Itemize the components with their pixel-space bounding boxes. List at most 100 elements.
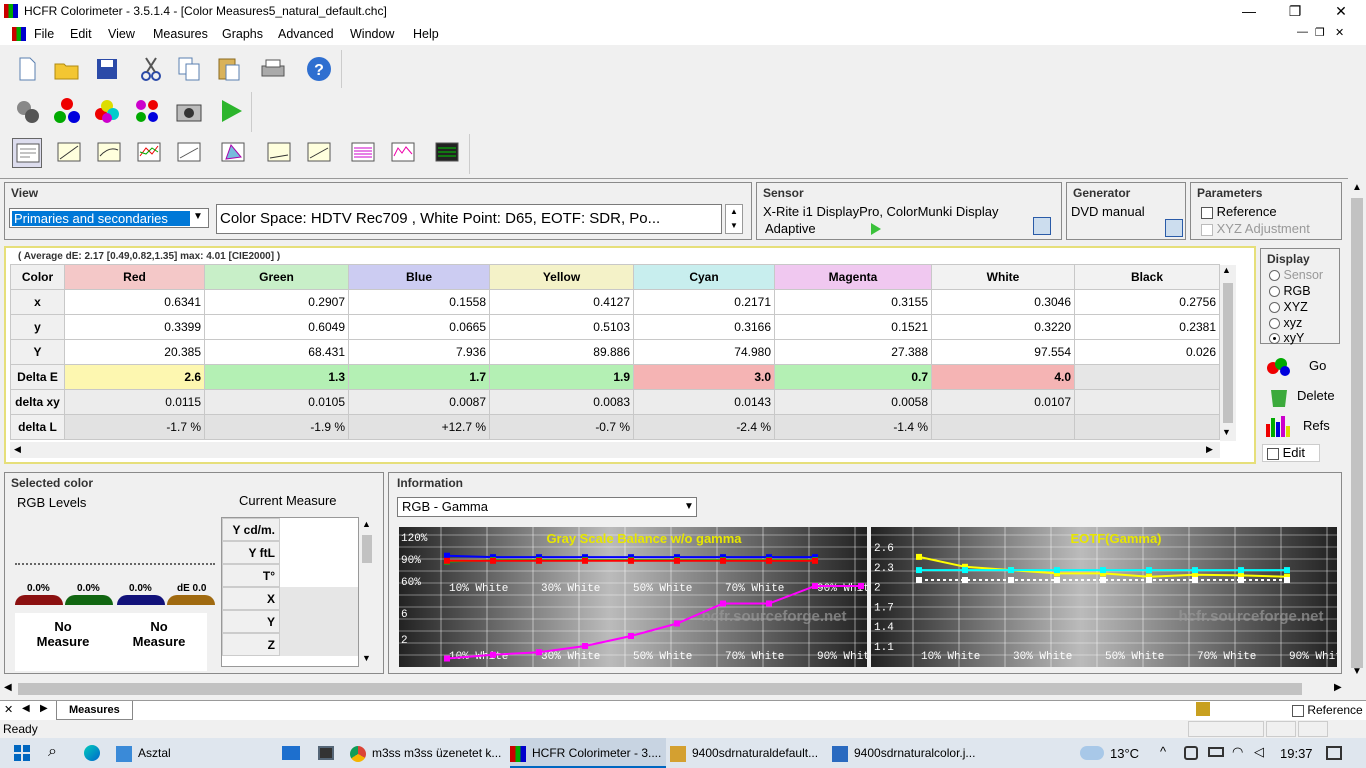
cell[interactable]: 0.2381	[1074, 314, 1220, 340]
new-icon[interactable]	[12, 54, 42, 84]
measure-secondaries-icon[interactable]	[92, 96, 122, 126]
camera-icon[interactable]	[174, 96, 204, 126]
volume-icon[interactable]: ◁	[1254, 744, 1264, 760]
col-header[interactable]: Red	[64, 264, 205, 290]
cell[interactable]: 0.3155	[774, 289, 932, 315]
edit-checkbox[interactable]: Edit	[1262, 444, 1320, 462]
measures-view-icon[interactable]	[12, 138, 42, 168]
task-file2[interactable]: 9400sdrnaturalcolor.j...	[832, 738, 988, 768]
display-xyz-lower-radio[interactable]: xyz	[1269, 316, 1302, 330]
cell[interactable]: 89.886	[489, 339, 634, 365]
display-xyz-radio[interactable]: XYZ	[1269, 300, 1308, 314]
cell[interactable]: 3.0	[633, 364, 775, 390]
cell[interactable]: 20.385	[64, 339, 205, 365]
main-hscrollbar[interactable]: ◀ ▶	[0, 680, 1348, 698]
cell[interactable]: 2.6	[64, 364, 205, 390]
cell[interactable]: 0.0105	[204, 389, 349, 415]
cell[interactable]: 0.2171	[633, 289, 775, 315]
refs-button[interactable]: Refs	[1260, 412, 1340, 440]
cell[interactable]: 0.0083	[489, 389, 634, 415]
tab-measures[interactable]: Measures	[56, 701, 133, 720]
print-icon[interactable]	[258, 54, 288, 84]
cell[interactable]: 0.3046	[931, 289, 1075, 315]
cell[interactable]	[1074, 389, 1220, 415]
selected-vscrollbar[interactable]: ▲ ▼	[359, 517, 375, 667]
maximize-button[interactable]: ❐	[1272, 0, 1318, 23]
graph-luminance-icon[interactable]	[54, 138, 84, 168]
menu-measures[interactable]: Measures	[153, 27, 208, 41]
save-icon[interactable]	[92, 54, 122, 84]
graph-cie-icon[interactable]	[218, 138, 248, 168]
cell[interactable]: 0.026	[1074, 339, 1220, 365]
cell[interactable]: 0.0107	[931, 389, 1075, 415]
graph-measures-icon[interactable]	[432, 138, 462, 168]
measure-primaries-icon[interactable]	[52, 96, 82, 126]
minimize-button[interactable]: —	[1226, 0, 1272, 23]
cell[interactable]: 0.0665	[348, 314, 490, 340]
tab-close-icon[interactable]: ✕	[4, 703, 13, 716]
task-desktop[interactable]: Asztal	[116, 738, 276, 768]
menu-advanced[interactable]: Advanced	[278, 27, 334, 41]
mdi-restore-button[interactable]: ❐	[1315, 26, 1325, 39]
cell[interactable]: 0.2907	[204, 289, 349, 315]
cell[interactable]: 0.6049	[204, 314, 349, 340]
clock[interactable]: 19:37	[1280, 746, 1313, 761]
edge-icon[interactable]	[84, 745, 100, 761]
sensor-config-icon[interactable]	[1033, 217, 1051, 235]
menu-edit[interactable]: Edit	[70, 27, 92, 41]
cell[interactable]: 1.9	[489, 364, 634, 390]
search-icon[interactable]: ⌕	[48, 743, 57, 761]
cell[interactable]: 0.1558	[348, 289, 490, 315]
cell[interactable]: 0.3399	[64, 314, 205, 340]
measure-all-icon[interactable]	[132, 96, 162, 126]
cell[interactable]: 0.2756	[1074, 289, 1220, 315]
open-icon[interactable]	[52, 54, 82, 84]
wifi-icon[interactable]: ◠	[1232, 744, 1243, 760]
cell[interactable]	[1074, 414, 1220, 440]
mail-icon[interactable]	[282, 746, 300, 760]
info-graph-select[interactable]: RGB - Gamma ▼	[397, 497, 697, 517]
menu-view[interactable]: View	[108, 27, 135, 41]
menu-window[interactable]: Window	[350, 27, 394, 41]
display-xyy-radio[interactable]: xyY	[1269, 331, 1304, 345]
delete-button[interactable]: Delete	[1260, 382, 1340, 410]
graph-gamma-icon[interactable]	[94, 138, 124, 168]
cell[interactable]: 97.554	[931, 339, 1075, 365]
sensor-icon[interactable]	[12, 96, 42, 126]
cell[interactable]: 4.0	[931, 364, 1075, 390]
play-icon[interactable]	[216, 96, 246, 126]
close-button[interactable]: ✕	[1318, 0, 1364, 23]
cell[interactable]: -0.7 %	[489, 414, 634, 440]
cell[interactable]	[1074, 364, 1220, 390]
graph-delta-icon[interactable]	[264, 138, 294, 168]
cell[interactable]: 0.0058	[774, 389, 932, 415]
scroll-thumb[interactable]	[1223, 283, 1233, 423]
help-icon[interactable]: ?	[304, 54, 334, 84]
col-header[interactable]: Magenta	[774, 264, 932, 290]
cell[interactable]: 0.4127	[489, 289, 634, 315]
colorspace-spinner[interactable]: ▲ ▼	[725, 204, 743, 234]
graph-multi-icon[interactable]	[348, 138, 378, 168]
cut-icon[interactable]	[136, 54, 166, 84]
cell[interactable]: 1.7	[348, 364, 490, 390]
task-file1[interactable]: 9400sdrnaturaldefault...	[670, 738, 826, 768]
table-vscrollbar[interactable]: ▲ ▼	[1220, 265, 1236, 441]
battery-icon[interactable]	[1208, 747, 1224, 757]
main-vscrollbar[interactable]: ▲ ▼	[1348, 180, 1366, 680]
cell[interactable]: 0.5103	[489, 314, 634, 340]
windows-start-icon[interactable]	[14, 745, 30, 761]
cell[interactable]: -1.7 %	[64, 414, 205, 440]
table-hscrollbar[interactable]: ◀ ▶	[10, 442, 1220, 458]
cell[interactable]: 74.980	[633, 339, 775, 365]
cell[interactable]: 0.1521	[774, 314, 932, 340]
cell[interactable]: -2.4 %	[633, 414, 775, 440]
tray-chevron-icon[interactable]: ^	[1160, 744, 1166, 759]
cell[interactable]: 0.0087	[348, 389, 490, 415]
tray-app-icon[interactable]	[1184, 746, 1198, 760]
cell[interactable]: 27.388	[774, 339, 932, 365]
task-hcfr[interactable]: HCFR Colorimeter - 3....	[510, 738, 666, 768]
cell[interactable]: 68.431	[204, 339, 349, 365]
view-mode-select[interactable]: Primaries and secondaries ▼	[9, 208, 209, 228]
graph-saturation-icon[interactable]	[304, 138, 334, 168]
graph-spectrum-icon[interactable]	[388, 138, 418, 168]
